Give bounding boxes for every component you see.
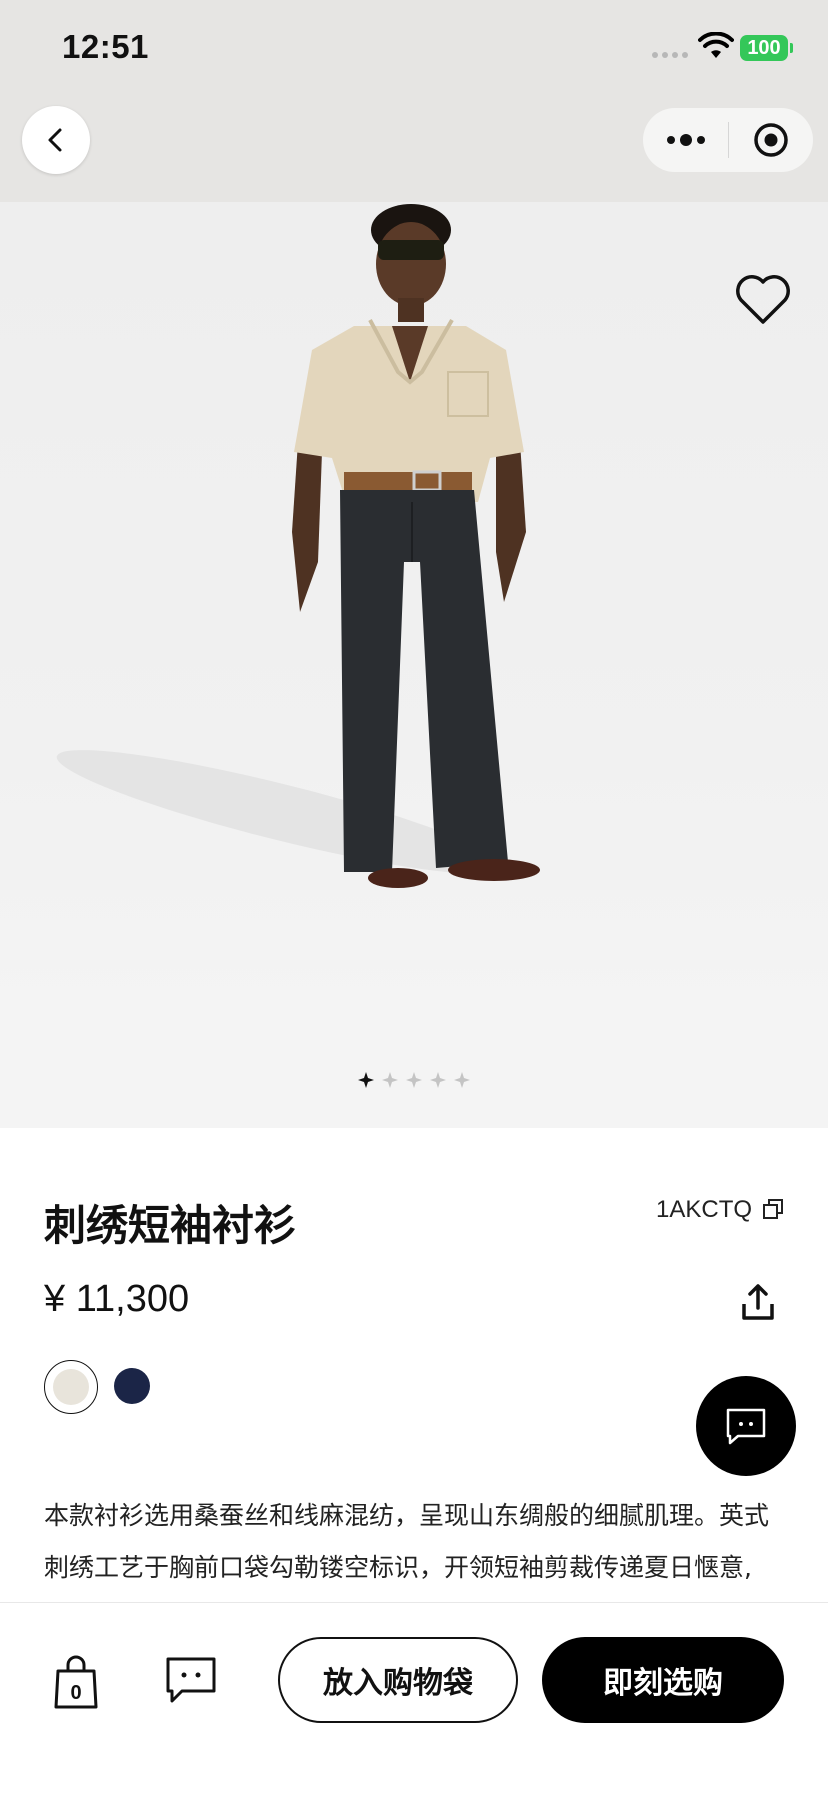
carousel-dot[interactable]: [454, 1072, 470, 1088]
chat-float-button[interactable]: [696, 1376, 796, 1476]
product-price: ¥ 11,300: [44, 1278, 190, 1320]
share-icon[interactable]: [740, 1282, 776, 1322]
swatch-navy-color: [114, 1368, 150, 1404]
carousel-indicator: [0, 1072, 828, 1088]
product-sku: 1AKCTQ: [656, 1196, 753, 1223]
swatch-cream[interactable]: [44, 1360, 98, 1414]
description-line: 刺绣工艺于胸前口袋勾勒镂空标识，开领短袖剪裁传递夏日惬意,: [44, 1553, 752, 1582]
copy-icon[interactable]: [762, 1198, 784, 1220]
top-bar: 12:51 100: [0, 0, 828, 202]
buy-now-button[interactable]: 即刻选购: [542, 1637, 784, 1723]
heart-icon[interactable]: [734, 274, 792, 326]
swatch-cream-color: [53, 1369, 89, 1405]
product-photo: [56, 204, 540, 888]
shopping-bag-icon[interactable]: 0: [52, 1655, 100, 1711]
carousel-dot[interactable]: [406, 1072, 422, 1088]
product-title: 刺绣短袖衬衫: [44, 1201, 297, 1250]
swatch-navy[interactable]: [106, 1360, 158, 1412]
signal-icon: [652, 52, 688, 58]
chat-icon: [726, 1408, 766, 1445]
bottom-action-bar: 0 放入购物袋 即刻选购: [0, 1602, 828, 1793]
add-to-bag-button[interactable]: 放入购物袋: [278, 1637, 518, 1723]
close-mini-program-button[interactable]: [729, 108, 813, 172]
description-line: 本款衬衫选用桑蚕丝和线麻混纺，呈现山东绸般的细腻肌理。英式: [44, 1501, 770, 1530]
carousel-dot[interactable]: [382, 1072, 398, 1088]
message-icon[interactable]: [164, 1655, 218, 1707]
bag-count: 0: [70, 1682, 81, 1704]
wifi-icon: [698, 32, 734, 58]
back-button[interactable]: [22, 106, 90, 174]
product-image-carousel[interactable]: [0, 202, 828, 1128]
status-time: 12:51: [62, 28, 149, 65]
target-close-icon: [754, 123, 788, 157]
product-description: 本款衬衫选用桑蚕丝和线麻混纺，呈现山东绸般的细腻肌理。英式 刺绣工艺于胸前口袋勾…: [44, 1490, 784, 1594]
chevron-left-icon: [48, 128, 62, 152]
battery-tip: [790, 43, 793, 53]
more-dots-icon: [666, 134, 705, 146]
battery-indicator: 100: [740, 35, 788, 61]
carousel-dot-active[interactable]: [358, 1072, 374, 1088]
more-button[interactable]: [643, 108, 728, 172]
carousel-dot[interactable]: [430, 1072, 446, 1088]
mini-program-capsule: [643, 108, 813, 172]
